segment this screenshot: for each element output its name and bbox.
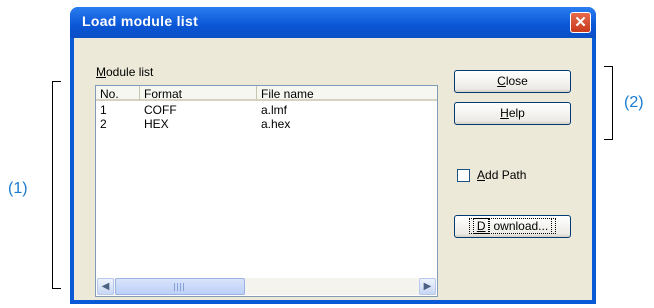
cell-format: HEX xyxy=(144,117,169,131)
cell-no: 2 xyxy=(100,117,107,131)
list-item[interactable]: 2 HEX a.hex xyxy=(96,117,437,131)
cell-file-name: a.lmf xyxy=(261,103,288,117)
scroll-thumb[interactable] xyxy=(115,278,245,295)
horizontal-scrollbar[interactable]: ◀ ▶ xyxy=(97,278,436,295)
column-format[interactable]: Format xyxy=(140,86,257,101)
close-button[interactable]: Close xyxy=(454,70,571,93)
cell-file-name: a.hex xyxy=(261,117,291,131)
scroll-left-icon[interactable]: ◀ xyxy=(97,278,114,295)
grip-icon xyxy=(174,283,186,291)
title-bar[interactable]: Load module list ✕ xyxy=(70,7,596,38)
dialog-window: Load module list ✕ Module list No. Forma… xyxy=(70,7,596,304)
window-title: Load module list xyxy=(82,13,199,29)
add-path-checkbox[interactable] xyxy=(457,169,470,182)
annotation-2: (2) xyxy=(624,94,644,111)
help-button[interactable]: Help xyxy=(454,102,571,125)
module-list[interactable]: No. Format File name 1 COFF a.lmf 2 HEX … xyxy=(95,85,438,297)
cell-no: 1 xyxy=(100,103,107,117)
annotation-1: (1) xyxy=(8,180,28,197)
module-list-label: Module list xyxy=(96,65,154,79)
bracket-2 xyxy=(604,66,613,140)
bracket-1 xyxy=(52,81,61,289)
list-item[interactable]: 1 COFF a.lmf xyxy=(96,103,437,117)
column-no[interactable]: No. xyxy=(96,86,140,101)
dialog-body: Module list No. Format File name 1 COFF … xyxy=(74,38,592,300)
list-header: No. Format File name xyxy=(96,86,437,103)
scroll-right-icon[interactable]: ▶ xyxy=(419,278,436,295)
close-icon[interactable]: ✕ xyxy=(570,12,591,33)
add-path-label[interactable]: Add Path xyxy=(477,168,526,182)
cell-format: COFF xyxy=(144,103,177,117)
column-file-name[interactable]: File name xyxy=(257,86,437,101)
download-button[interactable]: Download... xyxy=(454,215,571,238)
